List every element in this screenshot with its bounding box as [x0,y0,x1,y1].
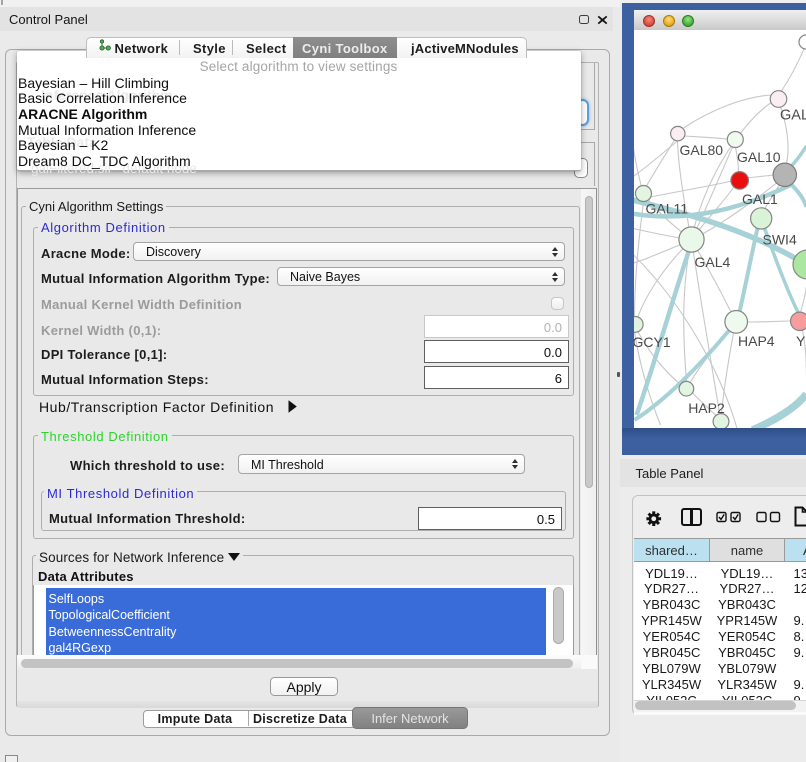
svg-text:HAP4: HAP4 [738,333,775,349]
svg-text:SWI4: SWI4 [762,232,796,248]
svg-text:Y: Y [796,333,806,349]
svg-text:GAL: GAL [780,108,806,124]
svg-text:GAL11: GAL11 [645,201,688,217]
svg-text:GCY1: GCY1 [634,334,671,350]
svg-text:GAL1: GAL1 [742,191,778,207]
svg-text:GAL80: GAL80 [679,142,723,158]
svg-text:HAP2: HAP2 [688,400,725,416]
svg-text:GAL4: GAL4 [694,254,730,270]
svg-text:GAL10: GAL10 [737,149,781,165]
